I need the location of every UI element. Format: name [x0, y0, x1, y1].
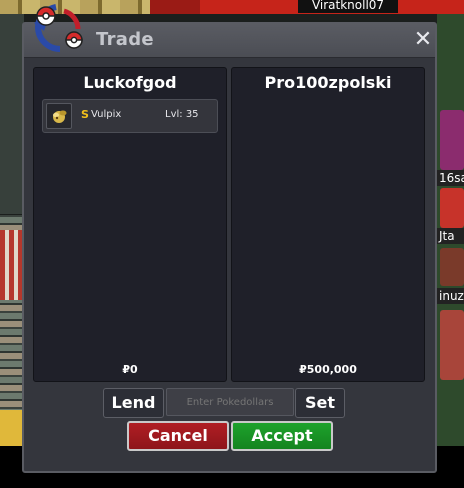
player-nametag[interactable]: inuz: [437, 288, 464, 304]
player-nametag[interactable]: 16sa: [437, 170, 464, 186]
pokeball-icon: [34, 4, 83, 52]
shiny-indicator: S: [81, 108, 89, 121]
trade-window[interactable]: Trade ✕ Luckofgod S Vulpix Lvl: 35 ₽0 Pr…: [22, 22, 437, 473]
world-roof: [150, 0, 205, 14]
partner-money-offer: ₽500,000: [299, 363, 357, 376]
accept-button[interactable]: Accept: [231, 421, 333, 451]
my-money-offer: ₽0: [122, 363, 138, 376]
world-tiles-left: [0, 14, 24, 214]
player-sprite[interactable]: [440, 248, 464, 286]
world-tiles-left: [0, 410, 24, 446]
player-sprite[interactable]: [440, 188, 464, 228]
close-icon[interactable]: ✕: [412, 27, 434, 53]
player-nametag[interactable]: Viratknoll07: [298, 0, 398, 13]
world-building: [0, 230, 24, 300]
player-sprite[interactable]: [440, 310, 464, 380]
trade-item-slot[interactable]: S Vulpix Lvl: 35: [42, 99, 218, 133]
my-player-name: Luckofgod: [83, 73, 177, 92]
lend-button[interactable]: Lend: [103, 388, 164, 418]
pokemon-level: Lvl: 35: [165, 109, 199, 120]
partner-player-name: Pro100zpolski: [264, 73, 392, 92]
bug-pokemon-icon: [46, 103, 72, 129]
window-title: Trade: [96, 29, 154, 50]
cancel-button[interactable]: Cancel: [127, 421, 229, 451]
pokemon-name: Vulpix: [91, 109, 122, 120]
pokedollars-input[interactable]: [166, 388, 294, 416]
my-offer-panel: Luckofgod S Vulpix Lvl: 35 ₽0: [33, 67, 227, 382]
player-sprite[interactable]: [440, 110, 464, 170]
partner-offer-panel: Pro100zpolski ₽500,000: [231, 67, 425, 382]
set-money-button[interactable]: Set: [295, 388, 345, 418]
player-nametag[interactable]: Jta: [437, 228, 464, 244]
